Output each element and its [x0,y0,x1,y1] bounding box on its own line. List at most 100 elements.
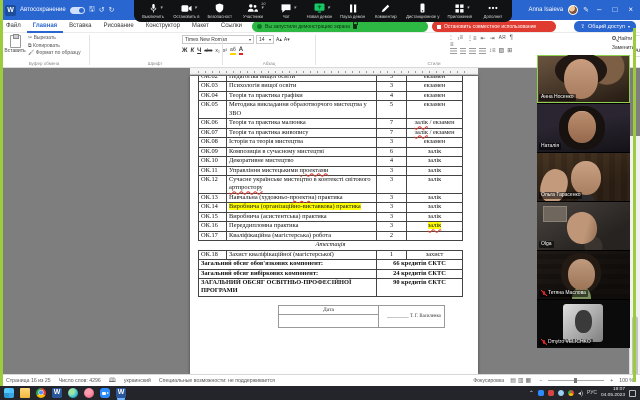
taskbar-edge-icon[interactable] [68,388,78,398]
zoom-out-button[interactable]: − [539,378,542,384]
camera-icon: ▾ [181,3,197,13]
participant-video-tile[interactable]: Наталія [537,104,630,152]
zoom-participants-button[interactable]: 10 ▾ Участники [240,1,266,21]
taskbar-word-icon[interactable]: W [52,388,62,398]
table-row: ОК.07 Теорія та практика живопису 7 залік /… [198,127,463,139]
accessibility-status[interactable]: Специальные возможности: не поддерживает… [159,378,275,384]
subscript-button[interactable]: x₂ [215,48,219,54]
more-icon [488,3,498,13]
close-button[interactable]: × [625,0,636,20]
word-count[interactable]: Число слов: 4296 [59,378,101,384]
maximize-button[interactable]: □ [609,0,620,20]
participant-name-label: Olga [539,241,554,248]
table-row: ОК.03 Психологія вищої освіти 3 екзамен [198,81,463,92]
notification-center-icon[interactable] [629,389,636,397]
copy-button[interactable]: ⧉ Копировать [28,43,81,49]
zoom-mic-button[interactable]: ▾ Выключить [140,1,166,21]
proofing-icon[interactable]: 🕮 [109,376,116,386]
video-participants-sidebar: Анна Носенко Наталія Ольга Тарасенко Olga Те… [537,55,630,348]
table-row: ОК.09 Композиція в сучасному мистецтві 6 за… [198,146,463,158]
participant-name-label: Анна Носенко [539,94,576,101]
stop-sharing-button[interactable]: Остановить совместное использование [432,21,556,32]
signature-box: Дата _________ Т. Г. Василенко [278,304,445,328]
table-row: ОК.12 Сучасне українське мистецтво в конт… [198,174,463,194]
zoom-more-button[interactable]: Дополнит [480,1,506,21]
zoom-shield-button[interactable]: Безопасност [207,1,233,21]
redo-icon[interactable]: ↻ [109,6,115,14]
tray-expand-icon[interactable]: ⌃ [529,390,534,397]
minimize-button[interactable]: – [594,0,604,20]
taskbar-pink-icon[interactable] [84,388,94,398]
apps-icon: ▾ [455,3,469,13]
participant-video-tile[interactable]: Ольга Тарасенко [537,153,630,201]
format-painter-button[interactable]: 🖌 Формат по образцу [28,50,81,56]
paste-button[interactable]: Вставить [4,34,26,54]
zoom-meeting-toolbar: ▾ Выключить ▾ Остановить в Безопасност 10 ▾ Уча… [134,0,512,22]
mic-icon: ▾ [149,3,163,13]
share-screen-icon: ▾ [314,3,330,13]
document-page[interactable]: ОК.02 Педагогіка вищої освіти 3 екзамен ОК.0… [190,76,478,374]
tray-chrome-icon[interactable] [567,390,574,396]
zoom-chat-button[interactable]: ▾ Чат [273,1,299,21]
ribbon-tab-Главная[interactable]: Главная [27,20,63,33]
language-switcher[interactable]: РУС [587,390,597,396]
participant-video-tile[interactable]: Dmytro VELICHKO [537,300,630,348]
zoom-camera-button[interactable]: ▾ Остановить в [173,1,199,21]
table-row: ОК.04 Теорія та практика графіки 4 екзамен [198,90,463,102]
zoom-remote-control-button[interactable]: Дистанционное у [406,1,440,21]
clock[interactable]: 19:07 04.05.2023 [601,387,625,398]
user-avatar[interactable] [568,5,579,15]
screenshare-border-left [0,0,3,386]
tray-pen-icon[interactable] [547,390,554,396]
participant-video-tile[interactable]: Olga [537,202,630,250]
save-icon[interactable]: 🖫 [89,5,95,16]
share-button[interactable]: ⇪ Общий доступ ▾ [574,21,636,32]
bold-button[interactable]: Ж [182,48,187,54]
ribbon-tab-Вставка[interactable]: Вставка [63,20,97,33]
table-row: ОК.08 Історія та теорія мистецтва 3 екзамен [198,137,463,148]
participant-video-tile[interactable]: Анна Носенко [537,55,630,103]
pen-icon[interactable]: ✎ [583,6,589,14]
taskbar-chrome-icon[interactable] [36,388,46,398]
ribbon-tab-Рисование[interactable]: Рисование [97,20,139,33]
screen: W Автосохранение 🖫 ↺ ↻ Anna Isaieva ✎ – … [0,0,640,400]
zoom-slider[interactable] [548,378,605,383]
participant-video-tile[interactable]: Тетяна Маслова [537,251,630,299]
tray-onedrive-icon[interactable] [557,390,564,396]
table-row: ОК.16 Переддипломна практика 3 залік [198,221,463,232]
search-icon [611,36,616,40]
participants-icon: 10 ▾ [247,1,265,13]
undo-icon[interactable]: ↺ [99,6,105,14]
zoom-level[interactable]: 100 % [619,378,634,384]
table-row: ОК.15 Виробнича (асистентська) практика 3 з… [198,211,463,223]
zoom-in-button[interactable]: + [610,378,613,384]
taskbar-word-active-icon[interactable]: W [116,388,126,398]
remote-control-icon [419,3,426,13]
zoom-share-screen-button[interactable]: ▾ Новая демон [306,1,332,21]
focus-mode-button[interactable]: Фокусировка [473,378,504,384]
autosave-toggle[interactable] [69,6,85,14]
table-row: Загальний обсяг обов'язкових компонент: 6… [198,259,463,270]
taskbar: W W ⌃ ◂) РУС 19:07 04.05.2023 [0,386,640,400]
cut-button[interactable]: ✂ Вырезать [28,35,81,41]
ribbon-tab-Файл[interactable]: Файл [0,20,27,33]
volume-icon[interactable]: ◂) [578,390,583,397]
word-app-icon: W [5,4,16,16]
italic-button[interactable]: К [190,48,194,54]
table-row: ОК.10 Декоративне мистецтво 4 залік [198,156,463,167]
zoom-annotate-button[interactable]: Комментир [373,1,399,21]
underline-button[interactable]: Ч [197,48,201,54]
taskbar-folder-icon[interactable] [20,388,30,398]
language-indicator[interactable]: украинский [124,378,151,384]
zoom-apps-button[interactable]: ▾ Приложения [447,1,473,21]
zoom-pause-button[interactable]: Пауза демон [340,1,366,21]
status-bar: Страница 16 из 25 Число слов: 4296 🕮 укр… [0,374,640,386]
taskbar-start-icon[interactable] [4,388,14,398]
clipboard-icon [9,34,21,48]
strikethrough-button[interactable]: abc [204,48,212,54]
taskbar-zoomapp-icon[interactable] [100,388,110,398]
page-indicator[interactable]: Страница 16 из 25 [6,378,51,384]
screenshare-banner: Вы запустили демонстрацию экрана [252,21,428,32]
view-mode-buttons[interactable]: ▤▥▦ [510,377,533,384]
tray-zoom-icon[interactable] [537,390,544,396]
